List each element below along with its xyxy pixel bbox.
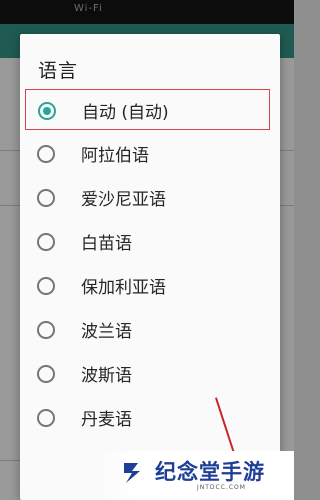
language-option-persian[interactable]: 波斯语 bbox=[25, 353, 270, 394]
option-label: 爱沙尼亚语 bbox=[81, 190, 166, 210]
watermark-domain: JNTDCC.COM bbox=[197, 484, 246, 491]
language-option-arabic[interactable]: 阿拉伯语 bbox=[25, 133, 270, 174]
option-label: 保加利亚语 bbox=[81, 278, 166, 298]
option-label: 白苗语 bbox=[81, 234, 132, 254]
option-label: 自动 (自动) bbox=[82, 103, 169, 123]
option-label: 丹麦语 bbox=[81, 410, 132, 430]
language-option-danish[interactable]: 丹麦语 bbox=[25, 397, 270, 438]
site-watermark: 纪念堂手游 JNTDCC.COM bbox=[101, 451, 294, 500]
option-label: 阿拉伯语 bbox=[81, 146, 149, 166]
radio-unselected-icon[interactable] bbox=[37, 189, 55, 207]
option-label: 波斯语 bbox=[81, 366, 132, 386]
dialog-title: 语言 bbox=[38, 60, 79, 82]
watermark-title: 纪念堂手游 bbox=[155, 460, 265, 484]
status-bar: Wi-Fi bbox=[0, 0, 294, 24]
radio-unselected-icon[interactable] bbox=[37, 145, 55, 163]
language-option-bulgarian[interactable]: 保加利亚语 bbox=[25, 265, 270, 306]
radio-selected-icon[interactable] bbox=[38, 102, 56, 120]
language-option-auto[interactable]: 自动 (自动) bbox=[25, 89, 270, 130]
language-option-polish[interactable]: 波兰语 bbox=[25, 309, 270, 350]
radio-unselected-icon[interactable] bbox=[37, 233, 55, 251]
language-option-estonian[interactable]: 爱沙尼亚语 bbox=[25, 177, 270, 218]
watermark-logo-icon bbox=[124, 463, 140, 483]
language-option-hmong[interactable]: 白苗语 bbox=[25, 221, 270, 262]
language-dialog: 语言 自动 (自动) 阿拉伯语 爱沙尼亚语 白苗语 保加利亚语 波兰语 波斯语 … bbox=[20, 34, 280, 500]
radio-unselected-icon[interactable] bbox=[37, 365, 55, 383]
radio-unselected-icon[interactable] bbox=[37, 277, 55, 295]
status-bar-text: Wi-Fi bbox=[74, 3, 103, 14]
radio-unselected-icon[interactable] bbox=[37, 409, 55, 427]
option-label: 波兰语 bbox=[81, 322, 132, 342]
radio-unselected-icon[interactable] bbox=[37, 321, 55, 339]
